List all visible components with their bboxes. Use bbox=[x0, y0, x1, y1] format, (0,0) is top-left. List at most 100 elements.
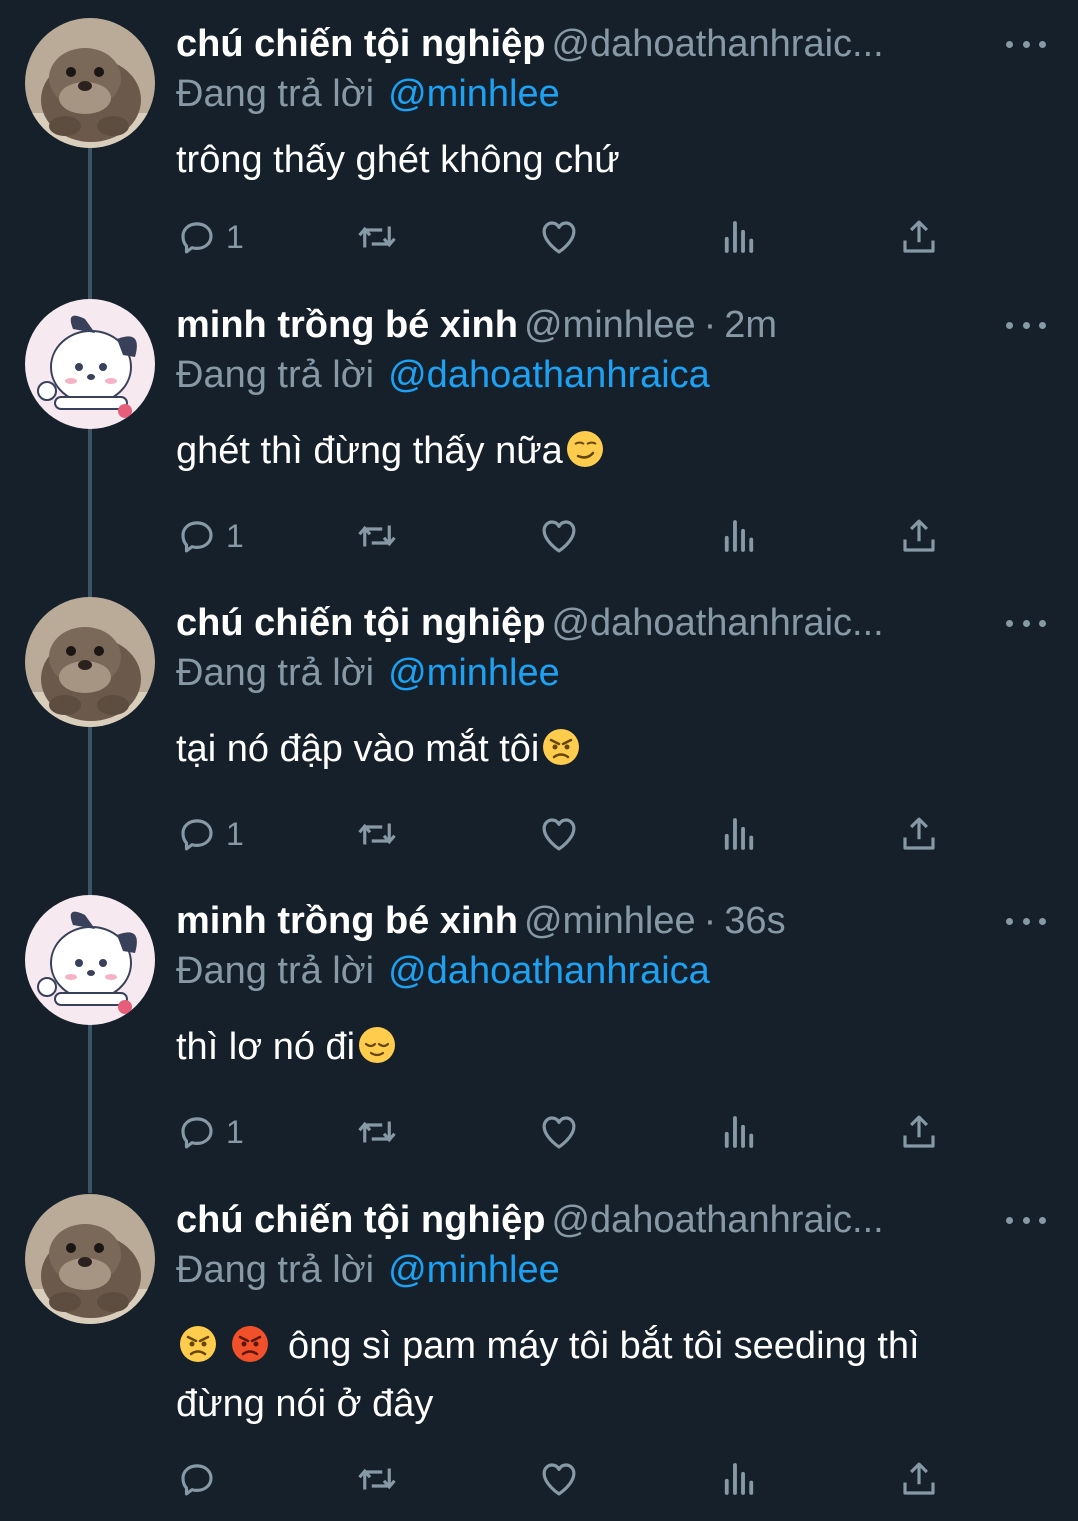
user-handle[interactable]: @dahoathanhraic... bbox=[551, 1199, 883, 1241]
avatar[interactable] bbox=[25, 895, 155, 1025]
analytics-button[interactable] bbox=[718, 809, 760, 859]
analytics-icon bbox=[718, 813, 760, 855]
analytics-icon bbox=[718, 1111, 760, 1153]
replying-to: Đang trả lời @dahoathanhraica bbox=[176, 950, 710, 992]
reply-button[interactable]: 1 bbox=[176, 511, 244, 561]
share-icon bbox=[898, 515, 940, 557]
display-name[interactable]: chú chiến tội nghiệp bbox=[176, 1199, 545, 1241]
display-name[interactable]: minh trồng bé xinh bbox=[176, 900, 518, 942]
angry-emoji-icon bbox=[178, 1324, 218, 1364]
replying-to: Đang trả lời @minhlee bbox=[176, 73, 560, 115]
analytics-button[interactable] bbox=[718, 511, 760, 561]
display-name[interactable]: chú chiến tội nghiệp bbox=[176, 602, 545, 644]
mention-link[interactable]: @minhlee bbox=[388, 652, 560, 694]
analytics-icon bbox=[718, 515, 760, 557]
action-bar: 1 bbox=[176, 1107, 956, 1157]
share-button[interactable] bbox=[898, 1107, 940, 1157]
tweet-header: chú chiến tội nghiệp @dahoathanhraic... bbox=[176, 597, 968, 649]
more-icon[interactable] bbox=[1006, 615, 1046, 631]
timestamp[interactable]: 2m bbox=[724, 304, 777, 346]
avatar[interactable] bbox=[25, 299, 155, 429]
like-button[interactable] bbox=[538, 1107, 580, 1157]
like-button[interactable] bbox=[538, 212, 580, 262]
display-name[interactable]: minh trồng bé xinh bbox=[176, 304, 518, 346]
timestamp[interactable]: 36s bbox=[724, 900, 785, 942]
share-button[interactable] bbox=[898, 212, 940, 262]
display-name[interactable]: chú chiến tội nghiệp bbox=[176, 23, 545, 65]
like-button[interactable] bbox=[538, 511, 580, 561]
like-button[interactable] bbox=[538, 809, 580, 859]
retweet-icon bbox=[356, 813, 398, 855]
share-button[interactable] bbox=[898, 511, 940, 561]
replying-to: Đang trả lời @dahoathanhraica bbox=[176, 354, 710, 396]
tweet-text: trông thấy ghét không chứ bbox=[176, 139, 620, 181]
share-icon bbox=[898, 216, 940, 258]
retweet-icon bbox=[356, 1458, 398, 1500]
pouting-emoji-icon bbox=[230, 1324, 270, 1364]
reply-button[interactable] bbox=[176, 1454, 226, 1504]
mention-link[interactable]: @dahoathanhraica bbox=[388, 354, 710, 396]
relieved-emoji-icon bbox=[357, 1025, 397, 1065]
action-bar: 1 bbox=[176, 809, 956, 859]
reply-icon bbox=[176, 216, 218, 258]
share-button[interactable] bbox=[898, 809, 940, 859]
tweet-header: minh trồng bé xinh @minhlee · 2m bbox=[176, 304, 778, 346]
user-handle[interactable]: @minhlee bbox=[524, 304, 696, 346]
analytics-icon bbox=[718, 1458, 760, 1500]
tweet-header: minh trồng bé xinh @minhlee · 36s bbox=[176, 900, 786, 942]
more-icon[interactable] bbox=[1006, 1212, 1046, 1228]
like-icon bbox=[538, 515, 580, 557]
like-icon bbox=[538, 1458, 580, 1500]
tweet-header: chú chiến tội nghiệp @dahoathanhraic... bbox=[176, 18, 968, 70]
reply-button[interactable]: 1 bbox=[176, 1107, 244, 1157]
tweet-text: ghét thì đừng thấy nữa bbox=[176, 422, 1036, 480]
action-bar: 1 bbox=[176, 511, 956, 561]
reply-count: 1 bbox=[226, 218, 244, 255]
action-bar bbox=[176, 1454, 956, 1504]
action-bar: 1 bbox=[176, 212, 956, 262]
mention-link[interactable]: @dahoathanhraica bbox=[388, 950, 710, 992]
reply-count: 1 bbox=[226, 1113, 244, 1150]
analytics-button[interactable] bbox=[718, 1107, 760, 1157]
replying-to: Đang trả lời @minhlee bbox=[176, 1249, 560, 1291]
retweet-icon bbox=[356, 515, 398, 557]
like-icon bbox=[538, 813, 580, 855]
more-icon[interactable] bbox=[1006, 913, 1046, 929]
tweet-text: ông sì pam máy tôi bắt tôi seeding thì đừ… bbox=[176, 1324, 920, 1425]
reply-icon bbox=[176, 1458, 218, 1500]
tweet-text: thì lơ nó đi bbox=[176, 1018, 1036, 1076]
mention-link[interactable]: @minhlee bbox=[388, 73, 560, 115]
reply-count: 1 bbox=[226, 517, 244, 554]
like-icon bbox=[538, 1111, 580, 1153]
reply-button[interactable]: 1 bbox=[176, 212, 244, 262]
more-icon[interactable] bbox=[1006, 36, 1046, 52]
retweet-button[interactable] bbox=[356, 1454, 398, 1504]
avatar[interactable] bbox=[25, 18, 155, 148]
retweet-button[interactable] bbox=[356, 809, 398, 859]
smirk-emoji-icon bbox=[565, 429, 605, 469]
mention-link[interactable]: @minhlee bbox=[388, 1249, 560, 1291]
avatar[interactable] bbox=[25, 1194, 155, 1324]
share-button[interactable] bbox=[898, 1454, 940, 1504]
avatar[interactable] bbox=[25, 597, 155, 727]
share-icon bbox=[898, 1458, 940, 1500]
analytics-button[interactable] bbox=[718, 212, 760, 262]
reply-button[interactable]: 1 bbox=[176, 809, 244, 859]
more-icon[interactable] bbox=[1006, 317, 1046, 333]
like-icon bbox=[538, 216, 580, 258]
analytics-button[interactable] bbox=[718, 1454, 760, 1504]
retweet-button[interactable] bbox=[356, 1107, 398, 1157]
replying-to: Đang trả lời @minhlee bbox=[176, 652, 560, 694]
like-button[interactable] bbox=[538, 1454, 580, 1504]
retweet-button[interactable] bbox=[356, 511, 398, 561]
retweet-button[interactable] bbox=[356, 212, 398, 262]
reply-count: 1 bbox=[226, 815, 244, 852]
analytics-icon bbox=[718, 216, 760, 258]
reply-icon bbox=[176, 813, 218, 855]
user-handle[interactable]: @dahoathanhraic... bbox=[551, 602, 883, 644]
user-handle[interactable]: @dahoathanhraic... bbox=[551, 23, 883, 65]
user-handle[interactable]: @minhlee bbox=[524, 900, 696, 942]
retweet-icon bbox=[356, 216, 398, 258]
share-icon bbox=[898, 1111, 940, 1153]
reply-icon bbox=[176, 515, 218, 557]
